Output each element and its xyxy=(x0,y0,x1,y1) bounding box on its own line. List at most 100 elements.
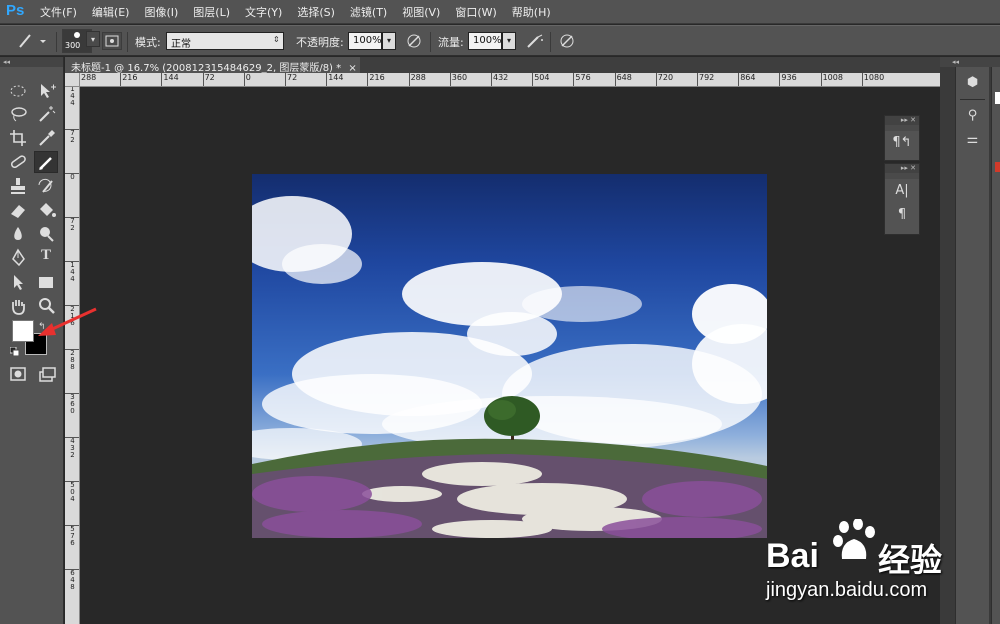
rectangle-icon xyxy=(39,277,53,288)
ruler-tick-label: 1008 xyxy=(820,73,843,86)
3d-panel-icon[interactable]: ⬢ xyxy=(956,71,989,95)
eraser-icon xyxy=(11,205,25,218)
brush-presets-icon[interactable]: ⚲ xyxy=(956,104,989,128)
menu-type[interactable]: 文字(Y) xyxy=(245,4,282,20)
blur-tool[interactable] xyxy=(6,223,30,245)
brush-panel-icon xyxy=(105,35,119,47)
tool-preset-picker[interactable] xyxy=(14,31,54,51)
ruler-tick-label: 360 xyxy=(449,73,467,86)
opacity-input[interactable]: 100% xyxy=(348,32,382,50)
crop-icon xyxy=(10,130,26,146)
menu-file[interactable]: 文件(F) xyxy=(40,4,77,20)
ruler-tick-label: 936 xyxy=(779,73,797,86)
pressure-size-button[interactable] xyxy=(556,31,578,51)
watermark-url: jingyan.baidu.com xyxy=(766,579,928,601)
pen-icon xyxy=(12,248,25,267)
paint-bucket-icon xyxy=(40,203,56,217)
quick-mask-button[interactable] xyxy=(6,363,30,385)
brush-icon xyxy=(39,157,52,170)
hand-tool[interactable] xyxy=(6,295,30,317)
paint-bucket-tool[interactable] xyxy=(34,199,58,221)
ruler-tick-label: 144 xyxy=(326,73,343,86)
brush-size-dropdown[interactable]: ▾ xyxy=(86,31,100,47)
move-tool[interactable] xyxy=(34,79,58,101)
clone-stamp-tool[interactable] xyxy=(6,175,30,197)
rectangle-tool[interactable] xyxy=(34,271,58,293)
ruler-tick-label: 504 xyxy=(532,73,549,86)
options-bar: 300 ▾ 模式: 正常 ⇕ 不透明度: 100% ▾ 流量: 100% ▾ xyxy=(0,25,1000,56)
character-icon[interactable]: A| xyxy=(885,179,919,203)
pen-tool[interactable] xyxy=(6,247,30,269)
baidu-paw-icon xyxy=(833,519,875,559)
watermark-brand: Bai xyxy=(766,537,819,575)
menu-view[interactable]: 视图(V) xyxy=(402,4,440,20)
dodge-icon xyxy=(40,227,54,242)
ruler-tick-label: 5 0 4 xyxy=(65,481,79,503)
type-tool[interactable]: T xyxy=(34,247,58,269)
airbrush-icon xyxy=(527,34,543,48)
screen-mode-button[interactable] xyxy=(34,363,58,385)
ruler-tick-label: 792 xyxy=(697,73,714,86)
ruler-tick-label: 72 xyxy=(285,73,297,86)
menu-layer[interactable]: 图层(L) xyxy=(193,4,230,20)
dodge-tool[interactable] xyxy=(34,223,58,245)
color-swatch-edge[interactable] xyxy=(995,92,1000,104)
healing-brush-tool[interactable] xyxy=(6,151,30,173)
drop-icon xyxy=(14,227,22,240)
swatches-edge[interactable] xyxy=(995,162,1000,172)
flow-input[interactable]: 100% xyxy=(468,32,502,50)
document-image[interactable] xyxy=(252,174,767,538)
photoshop-window: Ps 文件(F) 编辑(E) 图像(I) 图层(L) 文字(Y) 选择(S) 滤… xyxy=(0,0,1000,624)
pressure-opacity-button[interactable] xyxy=(404,31,424,51)
flow-dropdown[interactable]: ▾ xyxy=(502,32,516,50)
path-selection-tool[interactable] xyxy=(6,271,30,293)
marquee-tool[interactable] xyxy=(6,79,30,101)
menu-help[interactable]: 帮助(H) xyxy=(512,4,551,20)
menu-window[interactable]: 窗口(W) xyxy=(455,4,496,20)
stamp-icon xyxy=(11,178,25,194)
eraser-tool[interactable] xyxy=(6,199,30,221)
paragraph-styles-icon[interactable]: ¶↰ xyxy=(885,131,919,155)
ruler-tick-label: 7 2 xyxy=(65,129,79,144)
ruler-tick-label: 720 xyxy=(655,73,673,86)
brush-tip-icon xyxy=(74,32,80,38)
brush-tool[interactable] xyxy=(34,151,58,173)
ruler-tick-label: 576 xyxy=(573,73,591,86)
move-icon xyxy=(41,84,56,98)
ruler-origin[interactable] xyxy=(65,73,80,87)
ruler-tick-label: 432 xyxy=(491,73,508,86)
history-brush-tool[interactable] xyxy=(34,175,58,197)
lasso-tool[interactable] xyxy=(6,103,30,125)
ruler-tick-label: 648 xyxy=(614,73,632,86)
airbrush-button[interactable] xyxy=(524,31,546,51)
panel-header[interactable]: ▸▸ ✕ xyxy=(885,116,919,125)
landscape-photo xyxy=(252,196,767,538)
eyedropper-tool[interactable] xyxy=(34,127,58,149)
watermark-brand-cn: 经验 xyxy=(878,541,943,579)
default-colors-icon[interactable] xyxy=(9,346,20,357)
magic-wand-icon xyxy=(39,106,56,122)
menu-items: 文件(F) 编辑(E) 图像(I) 图层(L) 文字(Y) 选择(S) 滤镜(T… xyxy=(40,4,566,20)
magic-wand-tool[interactable] xyxy=(34,103,58,125)
document-tab-bar: 未标题-1 @ 16.7% (20081231548462​9_2, 图层蒙版/… xyxy=(65,57,955,73)
toolbox-header[interactable]: ◂◂ xyxy=(0,57,63,67)
panel-header[interactable]: ▸▸ ✕ xyxy=(885,164,919,173)
brush-panel-toggle[interactable] xyxy=(102,32,122,50)
dock-header[interactable]: ◂◂ xyxy=(940,57,1000,67)
ruler-tick-label: 2 8 8 xyxy=(65,349,79,371)
pen-pressure-icon xyxy=(407,34,421,48)
menu-filter[interactable]: 滤镜(T) xyxy=(350,4,387,20)
adjustments-icon[interactable]: ⚌ xyxy=(956,128,989,152)
document-tab[interactable]: 未标题-1 @ 16.7% (20081231548462​9_2, 图层蒙版/… xyxy=(65,57,360,73)
eyedropper-icon xyxy=(39,130,55,146)
bandage-icon xyxy=(10,155,26,169)
crop-tool[interactable] xyxy=(6,127,30,149)
paragraph-icon[interactable]: ¶ xyxy=(885,203,919,227)
menu-edit[interactable]: 编辑(E) xyxy=(92,4,130,20)
screen-mode-icon xyxy=(39,367,56,382)
menu-select[interactable]: 选择(S) xyxy=(297,4,335,20)
mode-select[interactable]: 正常 xyxy=(166,32,284,50)
opacity-dropdown[interactable]: ▾ xyxy=(382,32,396,50)
document-tab-close[interactable]: × xyxy=(348,63,356,73)
menu-image[interactable]: 图像(I) xyxy=(144,4,178,20)
